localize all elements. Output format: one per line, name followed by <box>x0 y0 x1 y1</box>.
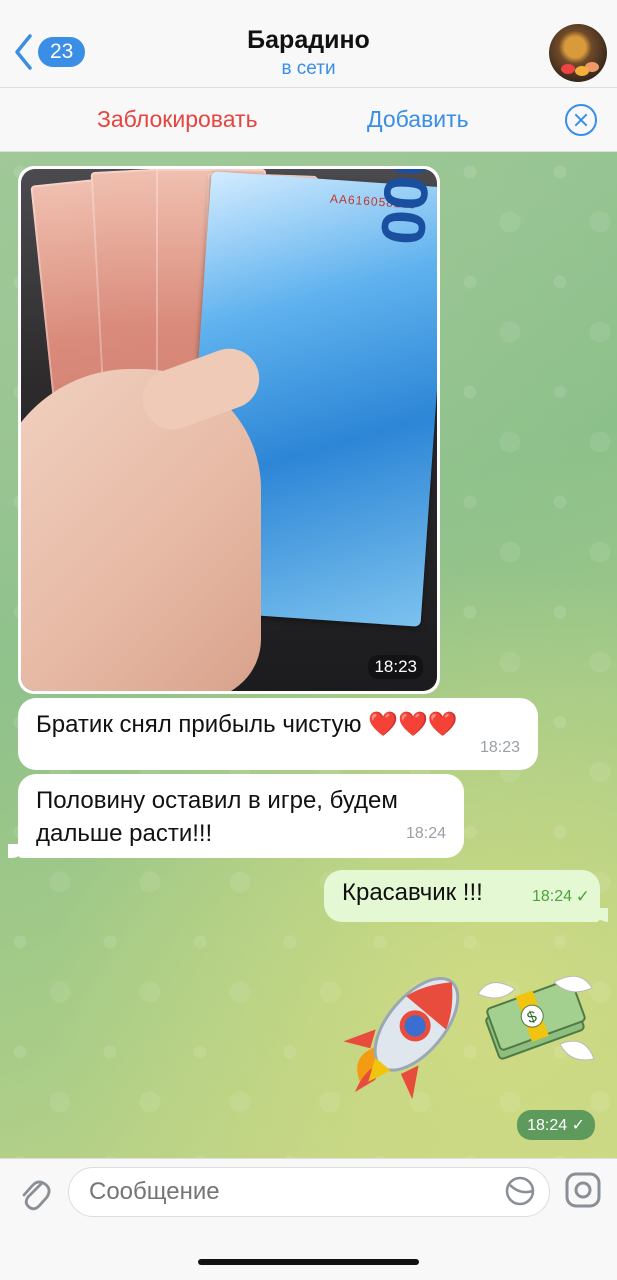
online-status: в сети <box>281 58 336 79</box>
sent-check-icon: ✓ <box>575 887 590 906</box>
message-time: 18:24 ✓ <box>517 1110 595 1140</box>
chat-header: 23 Барадино в сети <box>0 0 617 88</box>
outgoing-message[interactable]: Красавчик !!! 18:24 ✓ <box>324 870 600 922</box>
chat-title[interactable]: Барадино <box>0 26 617 55</box>
incoming-message[interactable]: Братик снял прибыль чистую ❤️❤️❤️ 18:23 <box>18 698 538 770</box>
incoming-message[interactable]: Половину оставил в игре, будем дальше ра… <box>18 774 464 858</box>
close-icon[interactable] <box>565 104 597 136</box>
message-text: Половину оставил в игре, будем дальше ра… <box>36 787 398 847</box>
hand <box>21 369 261 691</box>
paperclip-icon[interactable] <box>16 1173 52 1213</box>
message-time: 18:23 <box>479 739 520 756</box>
banknotes-photo: AA616058179 2000 18:23 <box>21 169 437 691</box>
add-contact-button[interactable]: Добавить <box>367 106 469 133</box>
contact-action-bar: Заблокировать Добавить <box>0 88 617 152</box>
message-time: 18:23 <box>368 655 423 679</box>
banknote-value: 2000 <box>367 169 437 247</box>
avatar[interactable] <box>549 24 607 82</box>
block-button[interactable]: Заблокировать <box>97 106 258 133</box>
sticker-icon[interactable] <box>504 1175 536 1207</box>
message-text: Красавчик !!! <box>342 879 483 906</box>
message-time: 18:24 <box>405 825 446 842</box>
home-indicator <box>198 1259 419 1265</box>
message-input[interactable] <box>68 1167 550 1217</box>
message-time: 18:24 <box>531 888 572 905</box>
money-with-wings-icon[interactable]: $ <box>470 964 598 1082</box>
photo-message[interactable]: AA616058179 2000 18:23 <box>18 166 440 694</box>
rocket-icon[interactable] <box>340 962 470 1102</box>
camera-icon[interactable] <box>564 1171 602 1209</box>
chat-area[interactable]: AA616058179 2000 18:23 Братик снял прибы… <box>0 152 617 1158</box>
message-text: Братик снял прибыль чистую ❤️❤️❤️ <box>36 711 458 738</box>
